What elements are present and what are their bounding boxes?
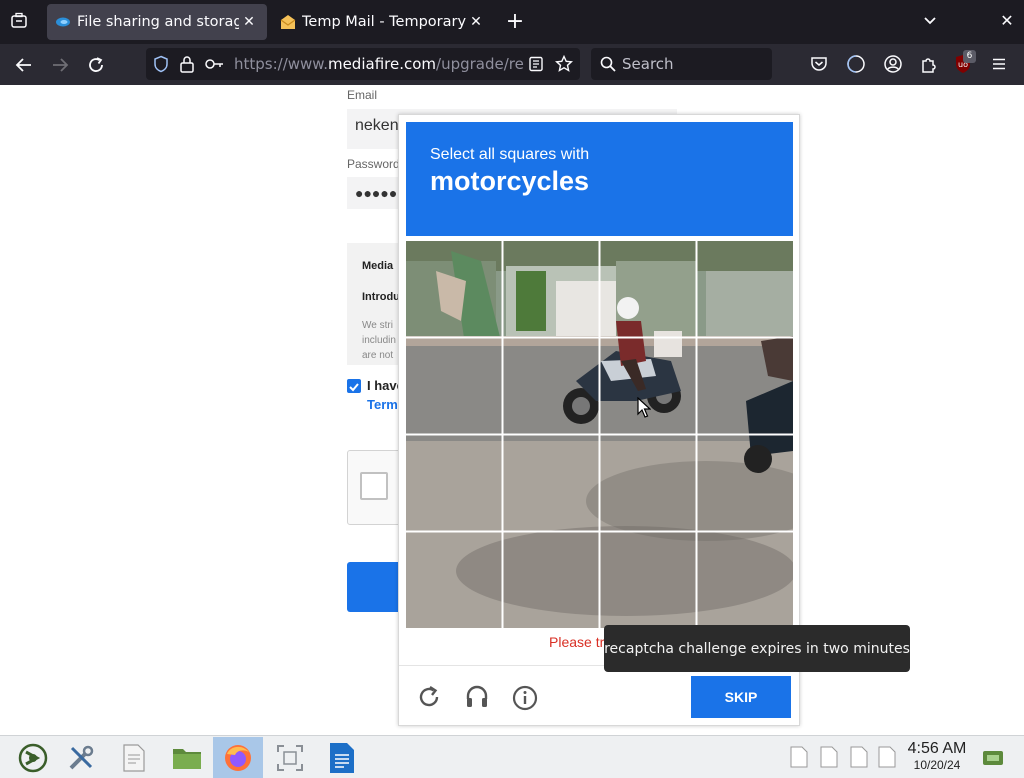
notice-line: We stri	[362, 320, 393, 331]
terms-link[interactable]: Term	[367, 397, 398, 412]
tab-mediafire[interactable]: File sharing and storage made simple ✕	[47, 4, 267, 40]
email-label: Email	[347, 88, 378, 102]
grid-tile[interactable]	[406, 241, 503, 338]
bookmark-star-icon[interactable]	[554, 54, 574, 77]
vpn-globe-icon[interactable]	[846, 54, 866, 78]
tab-list-icon[interactable]	[8, 12, 30, 32]
search-field[interactable]: Search	[591, 48, 772, 80]
search-icon	[600, 56, 616, 76]
password-value: ●●●●●	[355, 185, 398, 201]
firefox-taskbar-icon[interactable]	[213, 737, 263, 778]
mediafire-favicon-icon	[55, 14, 71, 30]
grid-tile[interactable]	[406, 531, 503, 628]
url-prefix: https://www.	[234, 55, 328, 73]
grid-tile[interactable]	[406, 338, 503, 435]
extension-badge: 6	[963, 50, 976, 63]
reader-mode-icon[interactable]	[528, 56, 544, 76]
pocket-icon[interactable]	[810, 55, 828, 77]
key-icon[interactable]	[205, 56, 225, 76]
writer-document-icon[interactable]	[319, 737, 365, 778]
clock[interactable]: 4:56 AM 10/20/24	[902, 740, 972, 772]
url-bar[interactable]: https://www.mediafire.com/upgrade/regist…	[146, 48, 580, 80]
clock-date: 10/20/24	[913, 758, 961, 772]
email-value: nekenl	[355, 117, 403, 134]
grid-tile[interactable]	[600, 435, 697, 532]
app-launcher-icon[interactable]	[10, 737, 56, 778]
extensions-puzzle-icon[interactable]	[919, 54, 939, 78]
grid-tile[interactable]	[696, 241, 793, 338]
grid-tile[interactable]	[503, 241, 600, 338]
network-tray-icon[interactable]	[982, 746, 1004, 772]
new-tab-icon[interactable]: +	[503, 10, 527, 34]
reload-icon[interactable]	[83, 52, 109, 78]
shield-icon[interactable]	[152, 55, 170, 77]
forward-arrow-icon[interactable]	[47, 52, 73, 78]
close-tab-icon[interactable]: ✕	[466, 14, 486, 30]
grid-tile[interactable]	[503, 435, 600, 532]
tab-temp-mail[interactable]: Temp Mail - Temporary Disposable Email ✕	[272, 4, 494, 40]
back-arrow-icon[interactable]	[11, 52, 37, 78]
taskbar: 4:56 AM 10/20/24	[0, 735, 1024, 778]
info-icon[interactable]	[512, 685, 538, 715]
challenge-image-grid	[406, 241, 793, 628]
screenshot-tool-icon[interactable]	[267, 737, 313, 778]
text-editor-icon[interactable]	[111, 737, 157, 778]
chevron-down-icon[interactable]	[919, 12, 941, 32]
tab-bar: File sharing and storage made simple ✕ T…	[0, 0, 1024, 44]
tray-document-icon[interactable]	[850, 746, 868, 772]
tab-title: Temp Mail - Temporary Disposable Email	[302, 14, 466, 30]
notice-line: includin	[362, 335, 396, 346]
temp-mail-favicon-icon	[280, 14, 296, 30]
challenge-header: Select all squares with motorcycles	[406, 122, 793, 236]
account-icon[interactable]	[883, 54, 903, 78]
notice-subtitle: Introdu	[362, 291, 400, 303]
url-domain: mediafire.com	[327, 55, 437, 73]
file-manager-icon[interactable]	[164, 737, 210, 778]
challenge-target: motorcycles	[430, 166, 590, 196]
audio-challenge-icon[interactable]	[464, 685, 490, 713]
tray-document-icon[interactable]	[878, 746, 896, 772]
clock-time: 4:56 AM	[907, 740, 967, 757]
search-placeholder: Search	[622, 55, 674, 73]
grid-tile[interactable]	[600, 241, 697, 338]
challenge-instruction: Select all squares with	[430, 146, 590, 163]
close-tab-icon[interactable]: ✕	[239, 14, 259, 30]
skip-button[interactable]: SKIP	[691, 676, 791, 718]
lock-icon[interactable]	[179, 55, 195, 77]
grid-tile[interactable]	[600, 531, 697, 628]
grid-tile[interactable]	[696, 435, 793, 532]
close-window-icon[interactable]: ✕	[997, 11, 1017, 33]
tray-document-icon[interactable]	[790, 746, 808, 772]
challenge-footer: SKIP	[399, 665, 799, 726]
menu-hamburger-icon[interactable]	[990, 55, 1008, 77]
tab-title: File sharing and storage made simple	[77, 14, 239, 30]
password-label: Password	[347, 157, 400, 171]
grid-tile[interactable]	[406, 435, 503, 532]
settings-tools-icon[interactable]	[58, 737, 104, 778]
navigation-bar: https://www.mediafire.com/upgrade/regist…	[0, 44, 1024, 85]
expiry-tooltip: recaptcha challenge expires in two minut…	[604, 625, 910, 672]
grid-tile[interactable]	[696, 338, 793, 435]
recaptcha-checkbox[interactable]	[360, 472, 388, 500]
tray-document-icon[interactable]	[820, 746, 838, 772]
reload-challenge-icon[interactable]	[417, 685, 441, 713]
agree-checkbox[interactable]	[347, 379, 361, 393]
notice-title: Media	[362, 260, 394, 272]
notice-line: are not	[362, 350, 394, 361]
url-path: /upgrade/registration	[436, 55, 524, 73]
url-text[interactable]: https://www.mediafire.com/upgrade/regist…	[234, 55, 524, 73]
grid-tile[interactable]	[503, 338, 600, 435]
mouse-cursor-icon	[637, 396, 652, 423]
grid-tile[interactable]	[503, 531, 600, 628]
grid-tile[interactable]	[696, 531, 793, 628]
